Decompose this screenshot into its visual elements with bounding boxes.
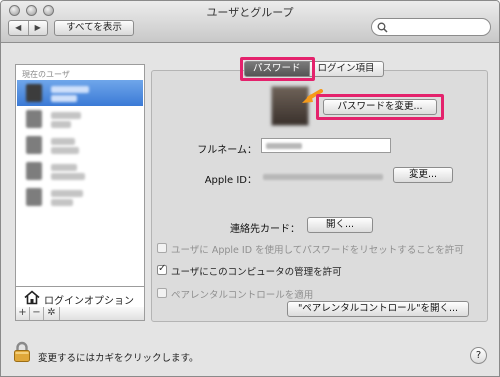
tab-login-items[interactable]: ログイン項目 — [309, 61, 384, 77]
user-list-section-label: 現在のユーザ — [22, 70, 70, 79]
user-row[interactable] — [17, 106, 143, 132]
user-name-redacted — [51, 164, 77, 171]
user-row[interactable] — [17, 158, 143, 184]
change-appleid-button[interactable]: 変更... — [393, 167, 453, 183]
user-name-redacted — [51, 112, 81, 119]
user-role-redacted — [51, 173, 85, 180]
highlight-box-change-password — [316, 94, 444, 120]
parental-controls-checkbox[interactable] — [157, 288, 167, 298]
open-contact-card-button[interactable]: 開く... — [307, 217, 373, 233]
fullname-field[interactable] — [261, 138, 391, 153]
avatar — [26, 162, 42, 180]
add-user-button[interactable]: + — [16, 307, 30, 320]
parental-controls-checkbox-label: ペアレンタルコントロールを適用 — [171, 290, 314, 301]
avatar — [26, 84, 42, 102]
highlight-box-password-tab — [240, 57, 315, 81]
user-name-redacted — [51, 190, 83, 197]
user-row[interactable] — [17, 184, 143, 210]
remove-user-button[interactable]: − — [30, 307, 44, 320]
back-forward-control: ◀ ▶ — [8, 20, 48, 36]
preferences-window: ユーザとグループ ◀ ▶ すべてを表示 現在のユーザ ログインオプション + −… — [0, 0, 500, 377]
avatar — [26, 110, 42, 128]
reset-password-checkbox-label: ユーザに Apple ID を使用してパスワードをリセットすることを許可 — [171, 245, 464, 256]
search-icon — [377, 22, 388, 33]
login-options-label: ログインオプション — [44, 296, 134, 307]
house-icon — [24, 290, 40, 305]
user-row[interactable] — [17, 80, 143, 106]
avatar — [26, 188, 42, 206]
login-options-item[interactable]: ログインオプション — [15, 286, 145, 308]
user-role-redacted — [51, 121, 71, 128]
fullname-value-redacted — [266, 143, 302, 149]
forward-button[interactable]: ▶ — [27, 21, 48, 35]
appleid-value-redacted — [263, 174, 383, 180]
user-name-redacted — [51, 138, 75, 145]
fullname-label: フルネーム： — [197, 145, 257, 156]
show-all-button[interactable]: すべてを表示 — [54, 20, 134, 36]
user-role-redacted — [51, 199, 73, 206]
user-list: 現在のユーザ — [15, 64, 145, 306]
help-button[interactable]: ? — [470, 347, 487, 364]
allow-admin-checkbox[interactable] — [157, 263, 167, 275]
titlebar: ユーザとグループ ◀ ▶ すべてを表示 — [1, 1, 499, 43]
user-role-redacted — [51, 95, 77, 102]
search-input[interactable] — [371, 18, 491, 36]
lock-icon[interactable] — [13, 341, 31, 363]
back-button[interactable]: ◀ — [9, 21, 28, 35]
user-list-toolbar: + − ✲ — [15, 307, 145, 321]
user-name-redacted — [51, 86, 89, 93]
contact-card-label: 連絡先カード： — [230, 224, 300, 235]
user-row[interactable] — [17, 132, 143, 158]
gear-icon[interactable]: ✲ — [44, 307, 60, 320]
reset-password-checkbox[interactable] — [157, 243, 167, 253]
avatar — [26, 136, 42, 154]
allow-admin-checkbox-label: ユーザにこのコンピュータの管理を許可 — [171, 267, 342, 278]
open-parental-controls-button[interactable]: "ペアレンタルコントロール"を開く... — [287, 301, 469, 317]
user-role-redacted — [51, 147, 79, 154]
appleid-label: Apple ID： — [204, 175, 257, 186]
lock-hint-text: 変更するにはカギをクリックします。 — [38, 353, 199, 364]
